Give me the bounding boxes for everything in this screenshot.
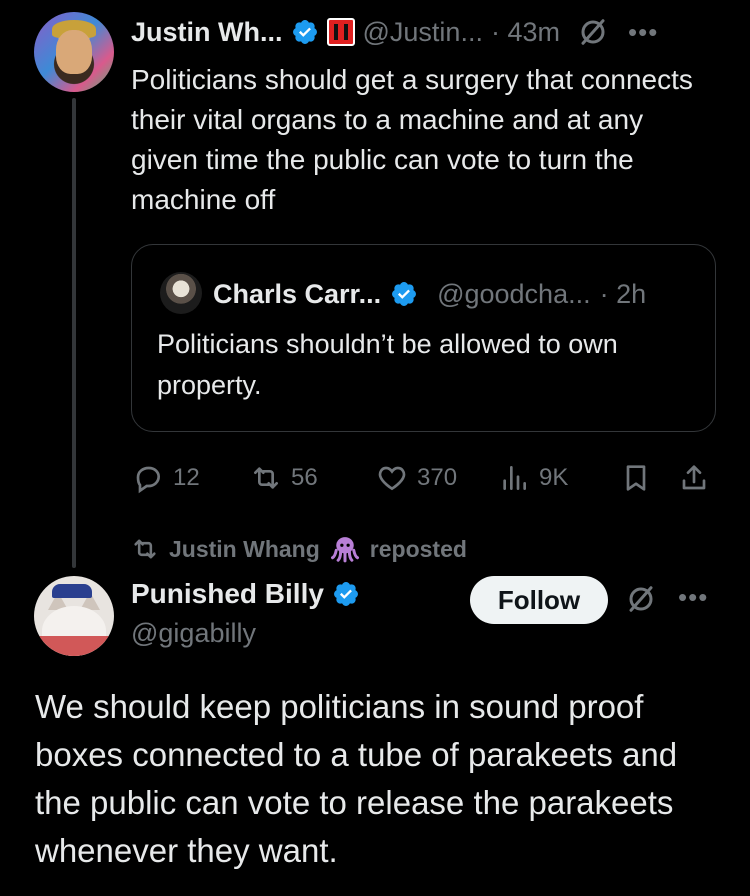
- reply-count: 12: [173, 464, 200, 491]
- view-count: 9K: [539, 464, 569, 491]
- like-button[interactable]: 370: [376, 458, 457, 498]
- repost-button[interactable]: 56: [250, 458, 318, 498]
- follow-button[interactable]: Follow: [470, 576, 608, 624]
- bookmark-button[interactable]: [620, 458, 652, 498]
- thread-connector-line: [72, 98, 76, 568]
- more-options-icon[interactable]: •••: [678, 582, 708, 613]
- bookmark-icon: [626, 465, 646, 491]
- verified-badge-icon[interactable]: [291, 18, 319, 46]
- avatar-red-fabric: [34, 636, 114, 656]
- views-chart-icon: [503, 466, 526, 490]
- author-avatar[interactable]: [34, 12, 114, 92]
- reposted-label: reposted: [369, 535, 467, 562]
- grok-icon[interactable]: [578, 17, 608, 47]
- verified-badge-icon[interactable]: [332, 580, 360, 608]
- quoted-author-handle: @goodcha...: [437, 278, 591, 309]
- quoted-tweet-time: · 2h: [599, 278, 647, 309]
- tweet-header: Justin Wh... @Justin... · 43m •••: [131, 14, 658, 50]
- share-icon: [682, 465, 706, 490]
- author-name[interactable]: Justin Wh...: [131, 17, 283, 48]
- avatar-face: [56, 30, 92, 74]
- tweet-time[interactable]: · 43m: [491, 17, 560, 48]
- repost-icon: [134, 539, 156, 559]
- repost-count: 56: [291, 464, 318, 491]
- views-button[interactable]: 9K: [498, 458, 568, 498]
- tweet-header: Punished Billy: [131, 576, 360, 612]
- grok-icon[interactable]: [626, 584, 656, 614]
- reply-button[interactable]: 12: [132, 458, 200, 498]
- tweet-text: We should keep politicians in sound proo…: [35, 688, 678, 869]
- affiliate-badge-icon[interactable]: [326, 18, 355, 46]
- tweet-text: Politicians should get a surgery that co…: [131, 64, 693, 215]
- octopus-emoji-icon: [330, 537, 359, 563]
- more-options-icon[interactable]: •••: [628, 17, 658, 48]
- repost-banner[interactable]: Justin Whang reposted: [131, 533, 467, 565]
- avatar-hat: [52, 584, 92, 598]
- author-avatar[interactable]: [34, 576, 114, 656]
- author-handle[interactable]: @gigabilly: [131, 618, 256, 649]
- tweet-actions-bar: 12 56 370 9K: [132, 458, 717, 498]
- verified-badge-icon: [392, 282, 417, 306]
- heart-icon: [378, 466, 406, 491]
- like-count: 370: [417, 464, 458, 491]
- reply-icon: [136, 466, 161, 494]
- author-name[interactable]: Punished Billy: [131, 578, 324, 610]
- quoted-tweet-header: Charls Carr... @goodcha... · 2h: [213, 274, 646, 314]
- quoted-author-name: Charls Carr...: [213, 278, 382, 309]
- quoted-author-avatar: [160, 272, 202, 314]
- reposter-name[interactable]: Justin Whang: [169, 536, 320, 563]
- repost-icon: [254, 467, 278, 489]
- share-button[interactable]: [678, 458, 710, 498]
- author-handle[interactable]: @Justin...: [363, 17, 483, 48]
- quoted-tweet-text: Politicians shouldn’t be allowed to own …: [157, 329, 618, 400]
